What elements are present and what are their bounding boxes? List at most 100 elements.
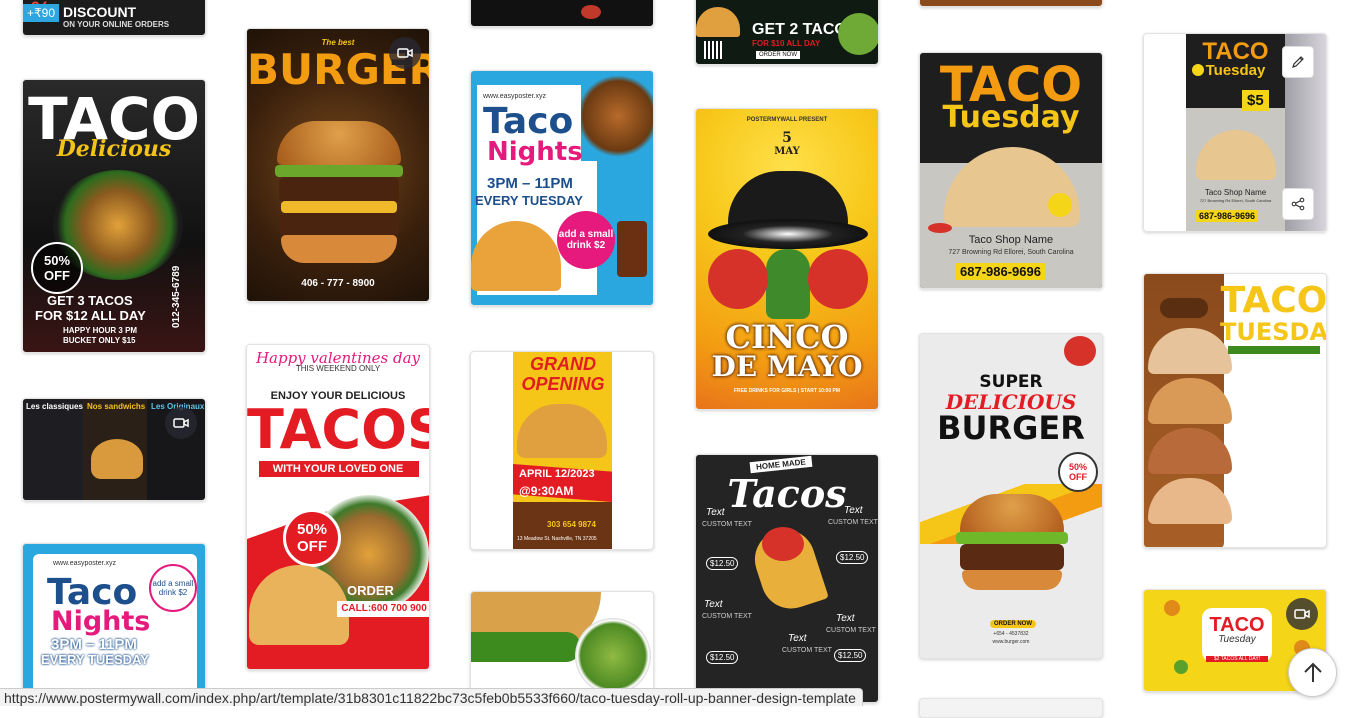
poster-line: WITH YOUR LOVED ONE bbox=[272, 463, 404, 475]
poster-line: SUPER bbox=[979, 372, 1043, 392]
order-now: ORDER NOW bbox=[990, 620, 1036, 628]
poster-title: TUESDAY bbox=[1220, 318, 1326, 346]
template-card-chalk-tacos[interactable]: HOME MADE Tacos Text Text CUSTOM TEXT CU… bbox=[695, 454, 879, 703]
poster-day: 5 bbox=[782, 130, 792, 146]
template-card-get-2-tacos[interactable]: GET 2 TACOS FOR $10 ALL DAY ORDER NOW bbox=[695, 0, 879, 65]
poster-title: OPENING bbox=[521, 374, 605, 394]
poster-title: CINCO bbox=[725, 318, 849, 356]
poster-phone: 303 654 9874 bbox=[547, 520, 596, 529]
scroll-to-top-button[interactable] bbox=[1288, 648, 1337, 697]
poster-title: Taco bbox=[483, 101, 574, 142]
price-badge: +₹90 bbox=[23, 4, 59, 22]
poster-line: $2 TACOS ALL DAY! bbox=[1206, 656, 1268, 662]
template-card-grand-opening[interactable]: GRAND OPENING APRIL 12/2023 @9:30AM 303 … bbox=[470, 351, 654, 550]
share-icon bbox=[1291, 197, 1305, 211]
menu-desc: CUSTOM TEXT bbox=[826, 627, 876, 634]
template-card-discount[interactable]: DISCOUNT ON YOUR ONLINE ORDERS % +₹90 bbox=[22, 0, 206, 36]
poster-title: Tuesday bbox=[1218, 634, 1256, 645]
poster-line: 3PM – 11PM bbox=[487, 175, 573, 192]
menu-price: $12.50 bbox=[836, 551, 869, 564]
poster-phone: +654 - 4537832 bbox=[993, 631, 1029, 637]
template-card-top-food[interactable] bbox=[919, 0, 1103, 7]
template-card-taco-nights-left[interactable]: www.easyposter.xyz Taco Nights 3PM – 11P… bbox=[22, 543, 206, 703]
pencil-icon bbox=[1292, 56, 1304, 68]
template-card-taco-tuesday[interactable]: TACO Tuesday Taco Shop Name 727 Browning… bbox=[919, 52, 1103, 289]
menu-price: $12.50 bbox=[706, 557, 739, 570]
template-card-valentine-tacos[interactable]: Happy valentines day THIS WEEKEND ONLY E… bbox=[246, 344, 430, 670]
shop-name: Taco Shop Name bbox=[968, 234, 1054, 246]
poster-title: BURGER bbox=[937, 409, 1085, 447]
menu-heading: Nos sandwichs bbox=[87, 402, 146, 411]
template-card-taco-nights-center[interactable]: www.easyposter.xyz Taco Nights 3PM – 11P… bbox=[470, 70, 654, 306]
template-card-taco-tuesday-banner[interactable]: TACO TUESDAY bbox=[1143, 273, 1327, 548]
menu-item: Text bbox=[844, 505, 863, 516]
poster-title: Tuesday bbox=[942, 100, 1080, 135]
discount-sub: ON YOUR ONLINE ORDERS bbox=[63, 20, 170, 29]
poster-title: DE MAYO bbox=[711, 350, 863, 383]
arrow-up-icon bbox=[1303, 662, 1322, 682]
discount-badge: 50% OFF bbox=[1058, 452, 1098, 492]
poster-title: Nights bbox=[51, 606, 151, 637]
template-card-bottom-partial[interactable] bbox=[919, 698, 1103, 718]
poster-title: Tuesday bbox=[1205, 62, 1266, 79]
template-card-taco-tuesday-selected[interactable]: TACO Tuesday $5 Taco Shop Name 727 Brown… bbox=[1143, 33, 1327, 232]
poster-price: $5 bbox=[1242, 90, 1269, 111]
shop-name: Taco Shop Name bbox=[1204, 188, 1267, 197]
menu-desc: CUSTOM TEXT bbox=[702, 613, 752, 620]
edit-button[interactable] bbox=[1282, 46, 1314, 78]
shop-phone: 687-986-9696 bbox=[1196, 210, 1259, 222]
template-card-salad[interactable] bbox=[470, 591, 654, 703]
poster-line: HAPPY HOUR 3 PM bbox=[63, 326, 138, 335]
poster-line: FOR $10 ALL DAY bbox=[752, 39, 821, 48]
video-camera-icon bbox=[173, 418, 189, 428]
discount-text: DISCOUNT bbox=[63, 4, 137, 20]
poster-line: EVERY TUESDAY bbox=[41, 652, 149, 667]
template-card-menu-board[interactable]: Les classiques Nos sandwichs Les Origina… bbox=[22, 398, 206, 501]
poster-line: EVERY TUESDAY bbox=[475, 193, 583, 208]
poster-title: Nights bbox=[487, 137, 583, 167]
promo-bubble: add a small drink $2 bbox=[149, 564, 197, 612]
video-badge bbox=[165, 407, 197, 439]
template-card-top-dark[interactable] bbox=[470, 0, 654, 27]
poster-title: TACO bbox=[1220, 280, 1327, 321]
menu-price: $12.50 bbox=[706, 651, 739, 664]
template-card-taco-delicious[interactable]: TACO Delicious 50% OFF GET 3 TACOS FOR $… bbox=[22, 79, 206, 353]
video-badge bbox=[1286, 598, 1318, 630]
poster-month: MAY bbox=[774, 146, 800, 157]
poster-subtitle: Delicious bbox=[56, 136, 172, 162]
template-card-burger[interactable]: The best BURGER 406 - 777 - 8900 bbox=[246, 28, 430, 302]
template-card-cinco-de-mayo[interactable]: POSTERMYWALL PRESENT 5 MAY CINCO DE MAYO… bbox=[695, 108, 879, 410]
menu-item: Text bbox=[788, 633, 807, 644]
menu-item: Text bbox=[836, 613, 855, 624]
discount-badge: 50% OFF bbox=[31, 242, 83, 294]
menu-item: Text bbox=[704, 599, 723, 610]
poster-title: TACOS bbox=[247, 398, 430, 461]
poster-address: 13 Meadow St. Nashville, TN 37205 bbox=[517, 536, 597, 542]
template-card-super-burger[interactable]: SUPER DELICIOUS BURGER 50% OFF ORDER NOW… bbox=[919, 333, 1103, 659]
menu-price: $12.50 bbox=[834, 649, 867, 662]
menu-desc: CUSTOM TEXT bbox=[702, 521, 752, 528]
poster-footer: FREE DRINKS FOR GIRLS | START 10:00 PM bbox=[733, 388, 841, 394]
call-line: CALL:600 700 900 bbox=[337, 601, 429, 617]
share-button[interactable] bbox=[1282, 188, 1314, 220]
video-camera-icon bbox=[397, 48, 413, 58]
poster-line: BUCKET ONLY $15 bbox=[63, 336, 136, 345]
poster-line: THIS WEEKEND ONLY bbox=[295, 364, 381, 373]
poster-url: www.burger.com bbox=[992, 639, 1030, 645]
shop-phone: 687-986-9696 bbox=[956, 263, 1045, 280]
poster-phone: 012-345-6789 bbox=[171, 265, 182, 328]
poster-top: POSTERMYWALL PRESENT bbox=[746, 117, 828, 123]
shop-address: 727 Browning Rd Ellorei, South Carolina bbox=[1199, 198, 1272, 203]
shop-address: 727 Browning Rd Ellorei, South Carolina bbox=[948, 249, 1074, 256]
menu-desc: CUSTOM TEXT bbox=[782, 647, 832, 654]
poster-date: APRIL 12/2023 bbox=[519, 468, 595, 480]
poster-url: www.easyposter.xyz bbox=[53, 560, 117, 567]
order-now: ORDER NOW bbox=[756, 51, 800, 59]
promo-bubble: add a small drink $2 bbox=[557, 211, 615, 269]
poster-line: 3PM – 11PM bbox=[51, 636, 137, 653]
link-status-bar: https://www.postermywall.com/index.php/a… bbox=[0, 688, 863, 706]
video-camera-icon bbox=[1294, 609, 1310, 619]
poster-phone: 406 - 777 - 8900 bbox=[301, 278, 375, 289]
video-badge bbox=[389, 37, 421, 69]
menu-heading: Les classiques bbox=[26, 402, 83, 411]
